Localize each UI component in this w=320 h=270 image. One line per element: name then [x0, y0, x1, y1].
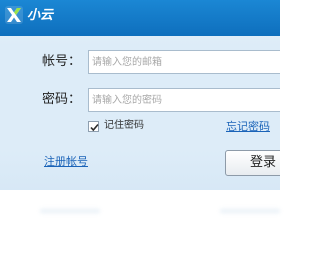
remember-password-checkbox[interactable] — [88, 120, 99, 132]
reflection-decoration — [220, 209, 280, 213]
password-input[interactable] — [88, 88, 280, 112]
register-account-link[interactable]: 注册帐号 — [44, 155, 88, 169]
login-button[interactable]: 登录 — [225, 150, 280, 176]
title-bar[interactable]: 小云 — [0, 0, 280, 36]
check-icon — [90, 123, 99, 131]
remember-password-option[interactable]: 记住密码 — [88, 119, 144, 133]
account-input[interactable] — [88, 50, 280, 74]
account-label: 帐号： — [42, 54, 82, 69]
forgot-password-link[interactable]: 忘记密码 — [226, 120, 270, 134]
reflection-decoration — [40, 209, 100, 213]
app-title: 小云 — [27, 8, 54, 23]
login-window: 小云 帐号： 密码： 记住密码 忘记密码 注册帐号 登录 — [0, 0, 280, 190]
x-logo-icon — [5, 6, 23, 24]
remember-password-label: 记住密码 — [104, 120, 144, 131]
password-label: 密码： — [42, 92, 82, 107]
